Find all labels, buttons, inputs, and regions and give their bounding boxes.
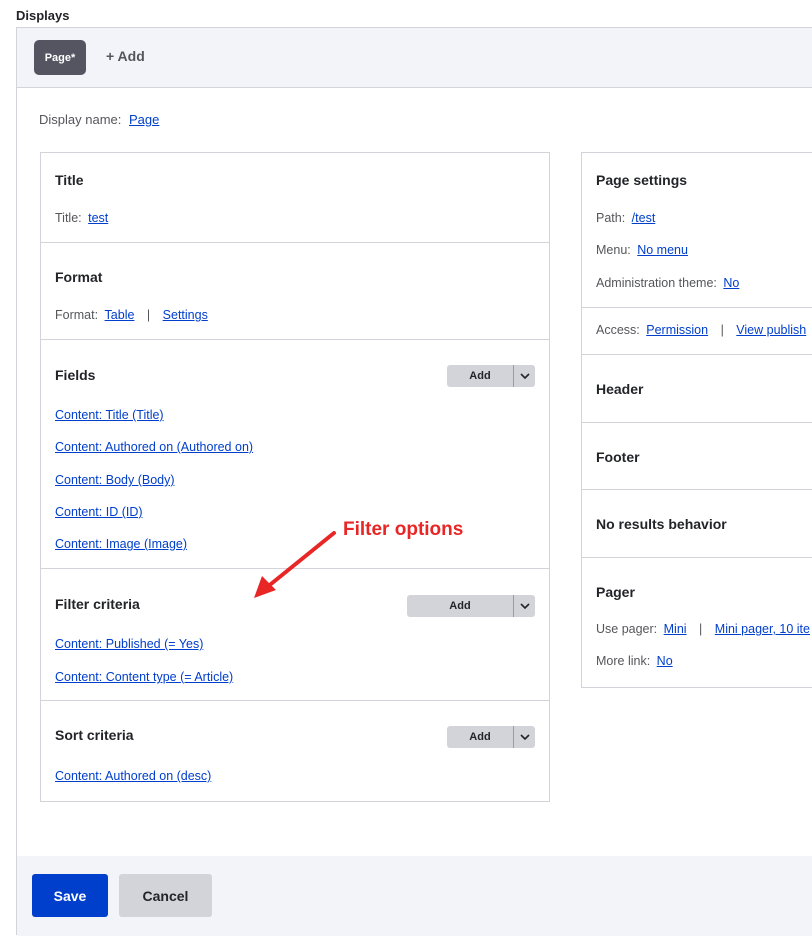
- access-separator: |: [720, 323, 724, 337]
- mini-pager-link[interactable]: Mini pager, 10 ite: [715, 622, 810, 636]
- field-link[interactable]: Content: ID (ID): [55, 505, 143, 519]
- displays-heading: Displays: [16, 8, 70, 23]
- sort-link[interactable]: Content: Authored on (desc): [55, 769, 211, 783]
- pager-section: Pager Use pager: Mini | Mini pager, 10 i…: [582, 558, 812, 688]
- access-link[interactable]: Permission: [646, 323, 708, 337]
- admin-theme-label: Administration theme:: [596, 276, 717, 290]
- filter-link[interactable]: Content: Published (= Yes): [55, 637, 203, 651]
- menu-row: Menu: No menu: [596, 243, 688, 257]
- title-link[interactable]: test: [88, 211, 108, 225]
- title-label: Title:: [55, 211, 82, 225]
- format-settings-link[interactable]: Settings: [163, 308, 208, 322]
- left-column: Title Title: test Format Format: Table |…: [40, 152, 550, 802]
- path-link[interactable]: /test: [632, 211, 656, 225]
- format-label: Format:: [55, 308, 99, 322]
- admin-theme-row: Administration theme: No: [596, 276, 739, 290]
- sort-add-label: Add: [469, 731, 491, 743]
- filter-criteria-heading: Filter criteria: [55, 596, 140, 612]
- filter-add-button[interactable]: Add: [407, 595, 535, 617]
- title-section-heading: Title: [55, 172, 84, 188]
- header-heading: Header: [596, 381, 644, 397]
- footer-heading: Footer: [596, 449, 640, 465]
- form-actions: Save Cancel: [17, 856, 812, 936]
- format-table-link[interactable]: Table: [105, 308, 135, 322]
- display-name-link[interactable]: Page: [129, 112, 159, 127]
- filter-add-label: Add: [449, 600, 471, 612]
- view-published-link[interactable]: View publish: [736, 323, 806, 337]
- field-link[interactable]: Content: Title (Title): [55, 408, 164, 422]
- menu-label: Menu:: [596, 243, 631, 257]
- format-section: Format Format: Table | Settings: [41, 243, 549, 340]
- path-row: Path: /test: [596, 211, 655, 225]
- pager-heading: Pager: [596, 584, 635, 600]
- header-section: Header: [582, 355, 812, 423]
- format-separator: |: [146, 308, 151, 322]
- path-label: Path:: [596, 211, 626, 225]
- access-section: Access: Permission | View publish: [582, 308, 812, 355]
- tab-page[interactable]: Page*: [34, 40, 86, 75]
- menu-link[interactable]: No menu: [637, 243, 688, 257]
- field-link[interactable]: Content: Authored on (Authored on): [55, 440, 253, 454]
- sort-criteria-section: Sort criteria Add Content: Authored on (…: [41, 701, 549, 802]
- admin-theme-link[interactable]: No: [723, 276, 739, 290]
- save-button[interactable]: Save: [32, 874, 108, 917]
- views-display-panel: Page* + Add Display name: Page Title Tit…: [16, 27, 812, 936]
- more-link-label: More link:: [596, 654, 651, 668]
- display-name-row: Display name: Page: [39, 112, 159, 127]
- format-row: Format: Table | Settings: [55, 308, 208, 322]
- title-row: Title: test: [55, 211, 108, 225]
- field-link[interactable]: Content: Body (Body): [55, 473, 175, 487]
- pager-separator: |: [699, 622, 703, 636]
- filter-link[interactable]: Content: Content type (= Article): [55, 670, 233, 684]
- page-settings-section: Page settings Path: /test Menu: No menu …: [582, 153, 812, 308]
- fields-add-label: Add: [469, 370, 491, 382]
- more-link-value[interactable]: No: [657, 654, 673, 668]
- sort-criteria-heading: Sort criteria: [55, 727, 134, 743]
- title-section: Title Title: test: [41, 153, 549, 243]
- use-pager-row: Use pager: Mini | Mini pager, 10 ite: [596, 622, 810, 636]
- more-link-row: More link: No: [596, 654, 673, 668]
- right-column: Page settings Path: /test Menu: No menu …: [581, 152, 812, 688]
- use-pager-label: Use pager:: [596, 622, 658, 636]
- format-section-heading: Format: [55, 269, 103, 285]
- add-display-button[interactable]: + Add: [106, 48, 145, 64]
- chevron-down-icon[interactable]: [513, 365, 535, 387]
- access-row: Access: Permission | View publish: [596, 323, 806, 337]
- fields-add-button[interactable]: Add: [447, 365, 535, 387]
- sort-add-button[interactable]: Add: [447, 726, 535, 748]
- page-settings-heading: Page settings: [596, 172, 688, 188]
- access-label: Access:: [596, 323, 640, 337]
- chevron-down-icon[interactable]: [513, 595, 535, 617]
- footer-section: Footer: [582, 423, 812, 490]
- use-pager-link[interactable]: Mini: [664, 622, 687, 636]
- display-name-label: Display name:: [39, 112, 122, 127]
- display-tabs: Page* + Add: [17, 28, 812, 88]
- chevron-down-icon[interactable]: [513, 726, 535, 748]
- no-results-heading: No results behavior: [596, 516, 727, 532]
- field-link[interactable]: Content: Image (Image): [55, 537, 187, 551]
- annotation-label: Filter options: [343, 519, 464, 540]
- cancel-button[interactable]: Cancel: [119, 874, 212, 917]
- annotation-arrow-icon: [254, 531, 336, 598]
- no-results-section: No results behavior: [582, 490, 812, 558]
- fields-section-heading: Fields: [55, 367, 96, 383]
